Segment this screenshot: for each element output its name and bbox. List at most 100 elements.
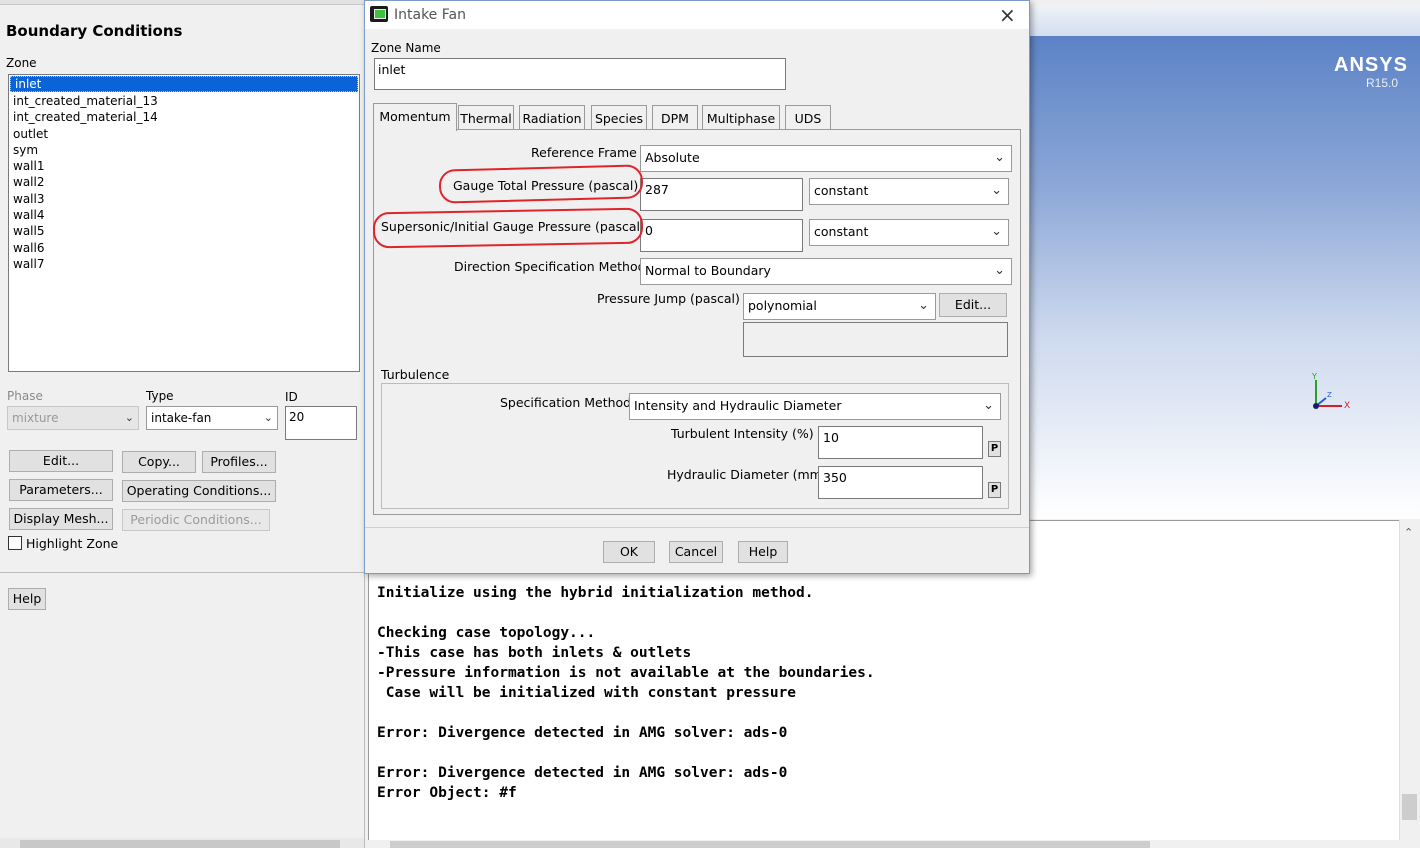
- tab-momentum[interactable]: Momentum: [373, 103, 457, 131]
- scrollbar-thumb[interactable]: [390, 841, 1150, 848]
- pressure-jump-coefficients-box: [743, 322, 1008, 357]
- fluent-app-icon: [370, 6, 388, 22]
- gauge-total-pressure-method-dropdown[interactable]: constant ⌄: [809, 178, 1009, 205]
- help-button[interactable]: Help: [738, 541, 788, 563]
- tab-dpm[interactable]: DPM: [652, 105, 698, 129]
- zone-list[interactable]: inlet int_created_material_13 int_create…: [8, 74, 360, 372]
- highlight-zone-checkbox[interactable]: [8, 536, 22, 550]
- zone-list-item[interactable]: int_created_material_13: [9, 93, 359, 109]
- pressure-jump-label: Pressure Jump (pascal): [597, 291, 740, 306]
- specification-method-value: Intensity and Hydraulic Diameter: [634, 398, 842, 413]
- tab-uds[interactable]: UDS: [785, 105, 831, 129]
- zone-name-field[interactable]: inlet: [374, 58, 786, 90]
- vertical-scrollbar[interactable]: [1399, 520, 1420, 840]
- axis-triad-icon: Y Z X: [1311, 372, 1350, 411]
- tab-thermal[interactable]: Thermal: [458, 105, 514, 129]
- chevron-down-icon: ⌄: [991, 183, 1002, 198]
- scroll-up-icon[interactable]: ⌃: [1404, 526, 1413, 539]
- footer-divider: [365, 527, 1029, 528]
- highlight-zone-label: Highlight Zone: [26, 536, 119, 551]
- console-line: Initialize using the hybrid initializati…: [377, 585, 814, 601]
- turbulent-intensity-input[interactable]: 10: [818, 426, 983, 459]
- specification-method-dropdown[interactable]: Intensity and Hydraulic Diameter ⌄: [629, 393, 1001, 420]
- chevron-down-icon: ⌄: [994, 150, 1005, 165]
- type-dropdown[interactable]: intake-fan ⌄: [146, 406, 278, 430]
- chevron-down-icon: ⌄: [918, 298, 929, 313]
- graphics-window[interactable]: [1028, 36, 1420, 519]
- id-label: ID: [285, 390, 298, 404]
- zone-list-item[interactable]: int_created_material_14: [9, 109, 359, 125]
- zone-list-item-inlet[interactable]: inlet: [10, 76, 358, 92]
- console-line: Error: Divergence detected in AMG solver…: [377, 765, 788, 781]
- chevron-down-icon: ⌄: [263, 411, 273, 424]
- turbulent-intensity-label: Turbulent Intensity (%): [671, 426, 814, 441]
- tab-multiphase[interactable]: Multiphase: [702, 105, 780, 129]
- chevron-down-icon: ⌄: [983, 398, 994, 413]
- zone-list-item[interactable]: wall1: [9, 158, 359, 174]
- phase-dropdown: mixture ⌄: [7, 406, 139, 430]
- copy-button[interactable]: Copy...: [122, 451, 196, 473]
- cancel-button[interactable]: Cancel: [669, 541, 723, 563]
- type-value: intake-fan: [151, 411, 212, 425]
- annotation-circle-supersonic-pressure: [372, 207, 644, 249]
- pressure-jump-dropdown[interactable]: polynomial ⌄: [743, 293, 936, 320]
- turbulence-group-label: Turbulence: [381, 367, 450, 382]
- tab-radiation[interactable]: Radiation: [519, 105, 585, 129]
- chevron-down-icon: ⌄: [991, 224, 1002, 239]
- direction-specification-dropdown[interactable]: Normal to Boundary ⌄: [640, 258, 1012, 285]
- direction-specification-label: Direction Specification Method: [454, 259, 646, 274]
- help-button[interactable]: Help: [8, 588, 46, 610]
- parameters-button[interactable]: Parameters...: [9, 479, 113, 501]
- scrollbar-thumb[interactable]: [20, 840, 340, 848]
- ok-button[interactable]: OK: [603, 541, 655, 563]
- zone-list-item[interactable]: wall5: [9, 223, 359, 239]
- axis-z-label: Z: [1327, 391, 1332, 399]
- method-value: constant: [814, 224, 869, 239]
- supersonic-gauge-pressure-input[interactable]: 0: [640, 219, 803, 252]
- zone-list-item[interactable]: wall3: [9, 191, 359, 207]
- pressure-jump-value: polynomial: [748, 298, 817, 313]
- zone-list-item[interactable]: sym: [9, 142, 359, 158]
- axis-x-label: X: [1344, 401, 1350, 411]
- zone-list-item[interactable]: wall7: [9, 256, 359, 272]
- id-field[interactable]: 20: [285, 406, 357, 440]
- reference-frame-dropdown[interactable]: Absolute ⌄: [640, 145, 1012, 172]
- dialog-titlebar[interactable]: Intake Fan ×: [365, 1, 1029, 29]
- hydraulic-diameter-input[interactable]: 350: [818, 466, 983, 499]
- supersonic-gauge-pressure-method-dropdown[interactable]: constant ⌄: [809, 219, 1009, 246]
- type-label: Type: [146, 389, 174, 403]
- operating-conditions-button[interactable]: Operating Conditions...: [122, 480, 276, 502]
- console-line: -This case has both inlets & outlets: [377, 645, 692, 661]
- console-line: Checking case topology...: [377, 625, 596, 641]
- parameter-button[interactable]: P: [988, 482, 1001, 498]
- zone-name-label: Zone Name: [371, 41, 441, 55]
- edit-button[interactable]: Edit...: [9, 450, 113, 472]
- app-icon-screen: [374, 9, 386, 19]
- display-mesh-button[interactable]: Display Mesh...: [9, 508, 113, 530]
- console-line: -Pressure information is not available a…: [377, 665, 875, 681]
- left-top-bar: [0, 0, 364, 5]
- method-value: constant: [814, 183, 869, 198]
- version-label: R15.0: [1366, 76, 1399, 90]
- annotation-circle-gauge-total-pressure: [438, 164, 644, 204]
- ansys-logo: ANSYS: [1334, 54, 1408, 76]
- profiles-button[interactable]: Profiles...: [202, 451, 276, 473]
- periodic-conditions-button: Periodic Conditions...: [122, 509, 270, 531]
- reference-frame-label: Reference Frame: [531, 145, 637, 160]
- console-line: Error Object: #f: [377, 785, 517, 801]
- zone-label: Zone: [6, 56, 37, 70]
- direction-value: Normal to Boundary: [645, 263, 771, 278]
- scrollbar-thumb[interactable]: [1402, 794, 1417, 820]
- parameter-button[interactable]: P: [988, 441, 1001, 457]
- gauge-total-pressure-input[interactable]: 287: [640, 178, 803, 211]
- zone-list-item[interactable]: wall2: [9, 174, 359, 190]
- zone-list-item[interactable]: wall4: [9, 207, 359, 223]
- pressure-jump-edit-button[interactable]: Edit...: [939, 293, 1007, 317]
- chevron-down-icon: ⌄: [124, 411, 134, 424]
- zone-list-item[interactable]: wall6: [9, 240, 359, 256]
- close-icon[interactable]: ×: [999, 3, 1016, 27]
- tab-species[interactable]: Species: [591, 105, 647, 129]
- panel-title: Boundary Conditions: [6, 22, 183, 40]
- zone-list-item[interactable]: outlet: [9, 126, 359, 142]
- console-line: Error: Divergence detected in AMG solver…: [377, 725, 788, 741]
